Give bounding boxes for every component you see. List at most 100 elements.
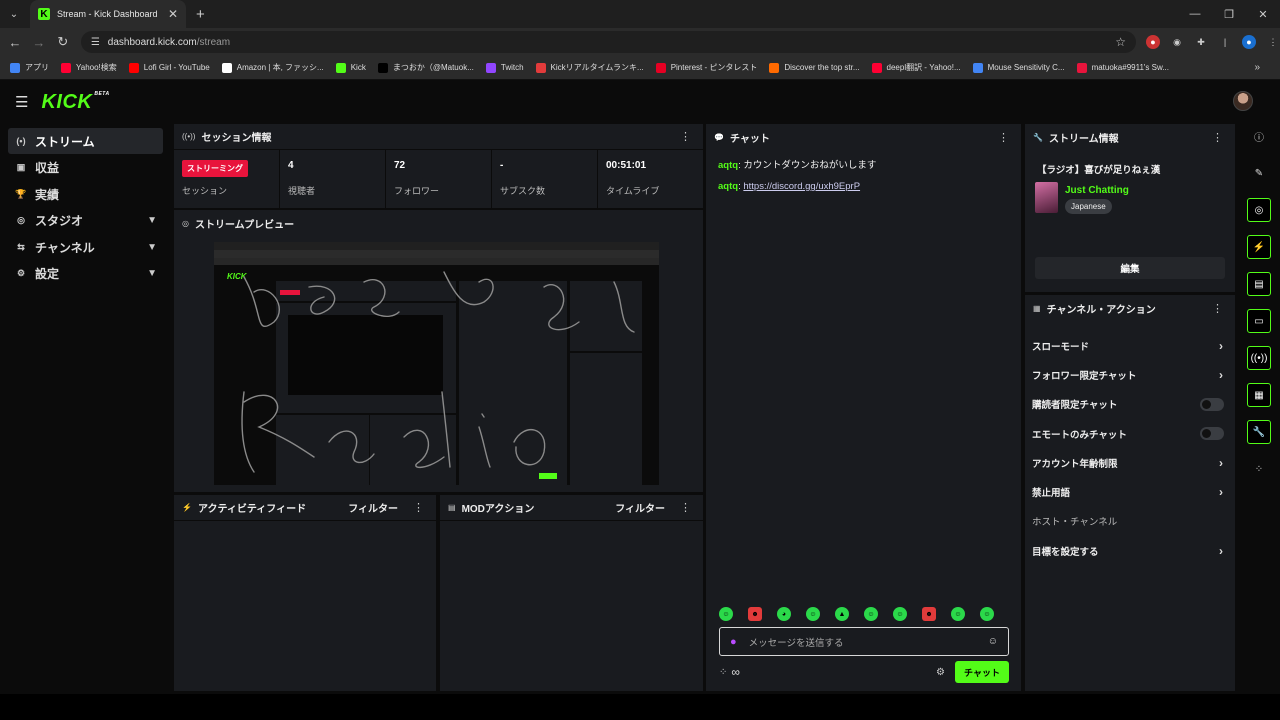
send-chat-button[interactable]: チャット	[955, 661, 1009, 683]
channel-actions-options-icon[interactable]: ⋮	[1212, 302, 1223, 315]
sidebar-item[interactable]: ⚙ 設定 ▼	[8, 261, 163, 287]
activity-filter-button[interactable]: フィルター	[348, 500, 398, 515]
user-avatar[interactable]	[1233, 91, 1253, 111]
tab-search-icon[interactable]: ⌄	[2, 2, 26, 26]
chat-settings-icon[interactable]: ⚙	[936, 667, 945, 678]
channel-action-item[interactable]: 目標を設定する ›	[1025, 536, 1235, 565]
bookmark-item[interactable]: Yahoo!検索	[61, 62, 117, 73]
extensions-puzzle-icon[interactable]: ✚	[1194, 35, 1208, 49]
emote-icon[interactable]: ☻	[922, 607, 936, 621]
dots-icon[interactable]: ⁘	[719, 667, 727, 678]
activity-options-icon[interactable]: ⋮	[413, 501, 424, 514]
sidebar-item[interactable]: (•) ストリーム	[8, 128, 163, 154]
channel-actions-widget-icon[interactable]: ▦	[1247, 383, 1271, 407]
channel-action-item[interactable]: 購読者限定チャット	[1025, 390, 1235, 419]
bookmark-star-icon[interactable]: ☆	[1115, 35, 1126, 49]
reload-icon[interactable]: ↻	[51, 34, 75, 50]
emote-icon[interactable]: ☺	[980, 607, 994, 621]
mod-options-icon[interactable]: ⋮	[680, 501, 691, 514]
preview-widget-icon[interactable]: ◎	[1247, 198, 1271, 222]
info-icon[interactable]: ⓘ	[1247, 124, 1271, 148]
toggle-switch[interactable]	[1200, 427, 1224, 441]
bookmark-item[interactable]: Amazon | 本, ファッシ...	[221, 62, 324, 73]
bookmark-item[interactable]: アプリ	[10, 62, 49, 73]
category-name[interactable]: Just Chatting	[1065, 185, 1129, 196]
menu-icon[interactable]: ☰	[15, 93, 28, 111]
new-tab-icon[interactable]: +	[196, 6, 205, 23]
chevron-right-icon[interactable]: ›	[1219, 485, 1223, 499]
session-options-icon[interactable]: ⋮	[680, 130, 691, 143]
chat-link[interactable]: https://discord.gg/uxh9EprP	[743, 181, 860, 192]
bookmark-item[interactable]: matuoka#9911's Sw...	[1076, 62, 1169, 73]
toggle-switch[interactable]	[1200, 397, 1224, 411]
sidebar-item[interactable]: ◎ スタジオ ▼	[8, 208, 163, 234]
chevron-right-icon[interactable]: ›	[1219, 368, 1223, 382]
edit-icon[interactable]: ✎	[1247, 161, 1271, 185]
bookmark-item[interactable]: Kick	[335, 62, 366, 73]
forward-icon[interactable]: →	[27, 35, 51, 50]
sidebar-item[interactable]: 🏆 実績	[8, 181, 163, 207]
bookmark-item[interactable]: Twitch	[485, 62, 524, 73]
microphone-icon[interactable]: ●	[730, 636, 737, 648]
emote-icon[interactable]: ☺	[893, 607, 907, 621]
chat-username[interactable]: aqtq	[718, 181, 738, 192]
chevron-right-icon[interactable]: ›	[1219, 339, 1223, 353]
mod-widget-icon[interactable]: ▤	[1247, 272, 1271, 296]
extension-red-icon[interactable]: ●	[1146, 35, 1160, 49]
emote-icon[interactable]: ☺	[719, 607, 733, 621]
channel-action-item[interactable]: 禁止用語 ›	[1025, 477, 1235, 506]
channel-action-item[interactable]: アカウント年齢制限 ›	[1025, 448, 1235, 477]
emote-icon[interactable]: ☺	[806, 607, 820, 621]
bookmark-item[interactable]: Discover the top str...	[769, 62, 860, 73]
close-window-icon[interactable]: ✕	[1246, 0, 1280, 28]
channel-action-item[interactable]: エモートのみチャット	[1025, 419, 1235, 448]
emote-icon[interactable]: ☺	[864, 607, 878, 621]
emote-icon[interactable]: ▲	[835, 607, 849, 621]
sidebar-item[interactable]: ⇆ チャンネル ▼	[8, 234, 163, 260]
infinity-icon[interactable]: ∞	[731, 665, 740, 679]
channel-action-item[interactable]: ホスト・チャンネル	[1025, 507, 1235, 536]
back-icon[interactable]: ←	[3, 35, 27, 50]
chevron-down-icon[interactable]: ▼	[147, 268, 157, 279]
chevron-right-icon[interactable]: ›	[1219, 456, 1223, 470]
chat-options-icon[interactable]: ⋮	[998, 131, 1009, 144]
edit-stream-button[interactable]: 編集	[1035, 257, 1225, 279]
chat-username[interactable]: aqtq	[718, 160, 738, 171]
browser-menu-icon[interactable]: ⋮	[1266, 35, 1280, 49]
bookmark-item[interactable]: Lofi Girl - YouTube	[128, 62, 210, 73]
mod-filter-button[interactable]: フィルター	[615, 500, 665, 515]
bookmarks-overflow-icon[interactable]: »	[1254, 62, 1260, 73]
more-widgets-icon[interactable]: ⁘	[1247, 457, 1271, 481]
close-tab-icon[interactable]: ✕	[168, 7, 178, 21]
url-field[interactable]: ☰ dashboard.kick.com/stream ☆	[80, 31, 1136, 53]
emoji-icon[interactable]: ☺	[988, 636, 998, 647]
bookmark-item[interactable]: まつおか（@Matuok...	[377, 62, 474, 73]
chevron-down-icon[interactable]: ▼	[147, 242, 157, 253]
minimize-icon[interactable]: —	[1178, 0, 1212, 28]
browser-tab[interactable]: K Stream - Kick Dashboard ✕	[30, 0, 186, 28]
channel-action-item[interactable]: スローモード ›	[1025, 331, 1235, 360]
channel-action-item[interactable]: フォロワー限定チャット ›	[1025, 360, 1235, 389]
bookmark-item[interactable]: Kickリアルタイムランキ...	[535, 62, 644, 73]
chat-message-input[interactable]: ● メッセージを送信する ☺	[719, 627, 1009, 656]
emote-icon[interactable]: ☺	[951, 607, 965, 621]
stream-info-options-icon[interactable]: ⋮	[1212, 131, 1223, 144]
chevron-right-icon[interactable]: ›	[1219, 544, 1223, 558]
chat-widget-icon[interactable]: ▭	[1247, 309, 1271, 333]
broadcast-widget-icon[interactable]: ((•))	[1247, 346, 1271, 370]
extension-game-icon[interactable]: ◉	[1170, 35, 1184, 49]
emote-icon[interactable]: ☻	[748, 607, 762, 621]
site-info-icon[interactable]: ☰	[91, 37, 100, 48]
activity-widget-icon[interactable]: ⚡	[1247, 235, 1271, 259]
emote-icon[interactable]: ◕	[777, 607, 791, 621]
bookmark-item[interactable]: deepl翻訳 - Yahoo!...	[871, 62, 961, 73]
restore-icon[interactable]: ❐	[1212, 0, 1246, 28]
stream-preview-video[interactable]: KICK	[214, 242, 659, 485]
stream-info-widget-icon[interactable]: 🔧	[1247, 420, 1271, 444]
bookmark-item[interactable]: Pinterest - ピンタレスト	[655, 62, 757, 73]
category-thumbnail[interactable]	[1035, 182, 1058, 213]
sidebar-item[interactable]: ▣ 収益	[8, 155, 163, 181]
kick-logo[interactable]: KICK BETA	[41, 91, 109, 114]
bookmark-item[interactable]: Mouse Sensitivity C...	[972, 62, 1065, 73]
profile-icon[interactable]: ●	[1242, 35, 1256, 49]
